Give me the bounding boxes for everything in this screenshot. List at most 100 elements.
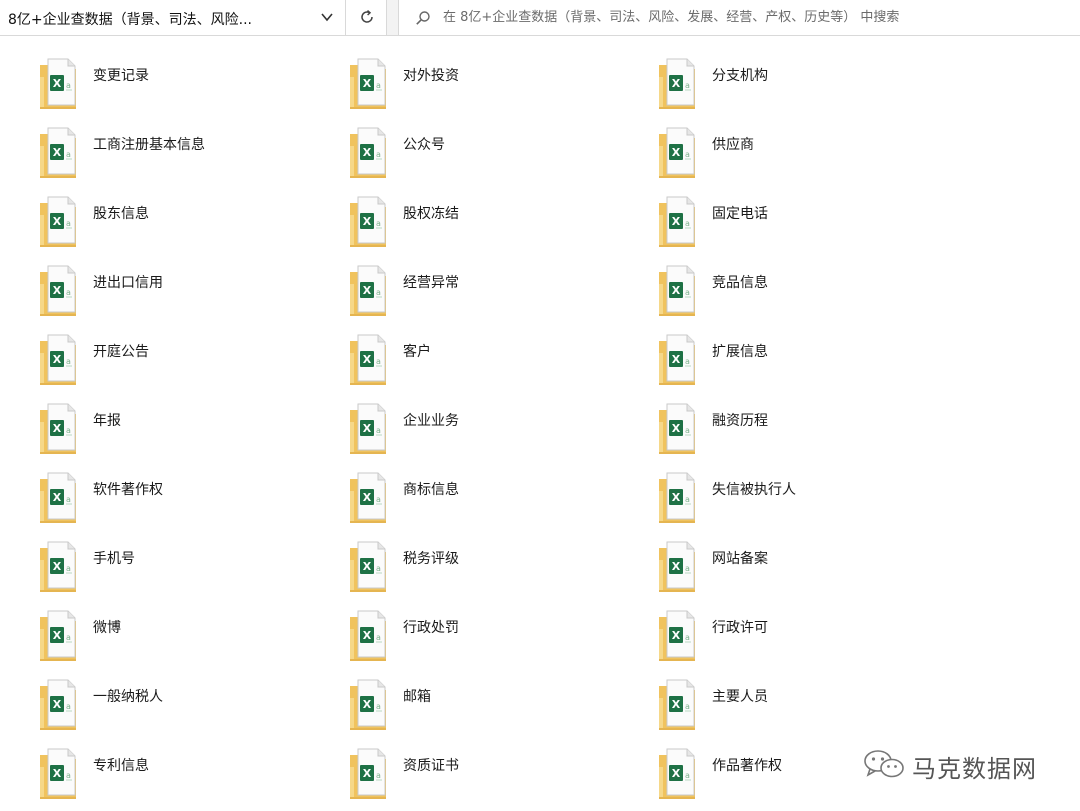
file-item[interactable]: X a 税务评级: [348, 538, 648, 602]
file-name: 行政处罚: [403, 620, 459, 636]
svg-text:X: X: [363, 491, 372, 504]
svg-text:X: X: [672, 353, 681, 366]
excel-file-icon: X a: [659, 58, 695, 109]
file-item[interactable]: X a 资质证书: [348, 745, 648, 809]
file-item[interactable]: X a 股权冻结: [348, 193, 648, 257]
file-item[interactable]: X a 主要人员: [657, 676, 957, 740]
file-name: 企业业务: [403, 413, 459, 429]
svg-text:a: a: [66, 771, 71, 780]
file-item[interactable]: X a 融资历程: [657, 400, 957, 464]
svg-text:X: X: [363, 560, 372, 573]
refresh-button[interactable]: [347, 0, 387, 35]
file-item[interactable]: X a 手机号: [38, 538, 338, 602]
file-item[interactable]: X a 扩展信息: [657, 331, 957, 395]
file-item[interactable]: X a 供应商: [657, 124, 957, 188]
svg-text:a: a: [376, 495, 381, 504]
file-item[interactable]: X a 客户: [348, 331, 648, 395]
file-name: 固定电话: [712, 206, 768, 222]
file-item[interactable]: X a 经营异常: [348, 262, 648, 326]
svg-text:a: a: [66, 633, 71, 642]
file-item[interactable]: X a 微博: [38, 607, 338, 671]
file-item[interactable]: X a 行政许可: [657, 607, 957, 671]
excel-file-icon: X a: [659, 196, 695, 247]
file-name: 扩展信息: [712, 344, 768, 360]
file-name: 主要人员: [712, 689, 768, 705]
file-item[interactable]: X a 变更记录: [38, 55, 338, 119]
file-name: 专利信息: [93, 758, 149, 774]
excel-file-icon: X a: [350, 196, 386, 247]
svg-text:X: X: [672, 698, 681, 711]
svg-text:X: X: [363, 215, 372, 228]
svg-text:a: a: [685, 633, 690, 642]
file-name: 对外投资: [403, 68, 459, 84]
search-box[interactable]: [399, 0, 1080, 35]
file-grid: X a 变更记录 X a 对外投资 X a 分支机构 X a 工商注册基本信息 …: [0, 36, 1080, 811]
svg-text:a: a: [685, 771, 690, 780]
svg-text:a: a: [685, 702, 690, 711]
svg-text:X: X: [672, 284, 681, 297]
search-input[interactable]: [443, 6, 1063, 28]
file-name: 资质证书: [403, 758, 459, 774]
file-item[interactable]: X a 邮箱: [348, 676, 648, 740]
file-item[interactable]: X a 企业业务: [348, 400, 648, 464]
svg-text:a: a: [685, 495, 690, 504]
excel-file-icon: X a: [350, 748, 386, 799]
file-item[interactable]: X a 开庭公告: [38, 331, 338, 395]
file-name: 开庭公告: [93, 344, 149, 360]
file-item[interactable]: X a 进出口信用: [38, 262, 338, 326]
svg-text:a: a: [66, 357, 71, 366]
file-item[interactable]: X a 软件著作权: [38, 469, 338, 533]
file-item[interactable]: X a 年报: [38, 400, 338, 464]
svg-text:X: X: [53, 284, 62, 297]
file-item[interactable]: X a 对外投资: [348, 55, 648, 119]
excel-file-icon: X a: [659, 472, 695, 523]
svg-text:X: X: [672, 422, 681, 435]
file-item[interactable]: X a 商标信息: [348, 469, 648, 533]
file-item[interactable]: X a 分支机构: [657, 55, 957, 119]
file-item[interactable]: X a 行政处罚: [348, 607, 648, 671]
excel-file-icon: X a: [40, 472, 76, 523]
file-item[interactable]: X a 固定电话: [657, 193, 957, 257]
file-item[interactable]: X a 工商注册基本信息: [38, 124, 338, 188]
file-name: 供应商: [712, 137, 754, 153]
svg-text:a: a: [685, 150, 690, 159]
chevron-down-icon[interactable]: [320, 10, 334, 24]
svg-text:a: a: [685, 81, 690, 90]
svg-text:X: X: [672, 491, 681, 504]
excel-file-icon: X a: [350, 679, 386, 730]
watermark: 马克数据网: [862, 745, 1062, 785]
svg-text:X: X: [363, 146, 372, 159]
svg-text:X: X: [363, 284, 372, 297]
excel-file-icon: X a: [40, 679, 76, 730]
excel-file-icon: X a: [350, 334, 386, 385]
file-item[interactable]: X a 失信被执行人: [657, 469, 957, 533]
address-bar[interactable]: 8亿+企业查数据（背景、司法、风险...: [0, 0, 346, 35]
svg-text:X: X: [672, 629, 681, 642]
excel-file-icon: X a: [350, 403, 386, 454]
address-path[interactable]: 8亿+企业查数据（背景、司法、风险...: [8, 9, 308, 29]
file-name: 公众号: [403, 137, 445, 153]
svg-text:X: X: [363, 629, 372, 642]
svg-text:X: X: [672, 767, 681, 780]
excel-file-icon: X a: [40, 127, 76, 178]
svg-text:a: a: [66, 81, 71, 90]
file-item[interactable]: X a 专利信息: [38, 745, 338, 809]
excel-file-icon: X a: [659, 403, 695, 454]
file-name: 股东信息: [93, 206, 149, 222]
file-item[interactable]: X a 网站备案: [657, 538, 957, 602]
file-item[interactable]: X a 股东信息: [38, 193, 338, 257]
svg-text:X: X: [53, 491, 62, 504]
file-name: 竞品信息: [712, 275, 768, 291]
file-item[interactable]: X a 一般纳税人: [38, 676, 338, 740]
svg-text:a: a: [66, 426, 71, 435]
svg-text:X: X: [672, 146, 681, 159]
excel-file-icon: X a: [350, 127, 386, 178]
svg-text:a: a: [66, 702, 71, 711]
svg-text:a: a: [376, 702, 381, 711]
file-item[interactable]: X a 竞品信息: [657, 262, 957, 326]
file-item[interactable]: X a 公众号: [348, 124, 648, 188]
svg-text:a: a: [376, 288, 381, 297]
svg-text:a: a: [376, 771, 381, 780]
svg-text:X: X: [53, 560, 62, 573]
toolbar-separator: [387, 0, 399, 35]
